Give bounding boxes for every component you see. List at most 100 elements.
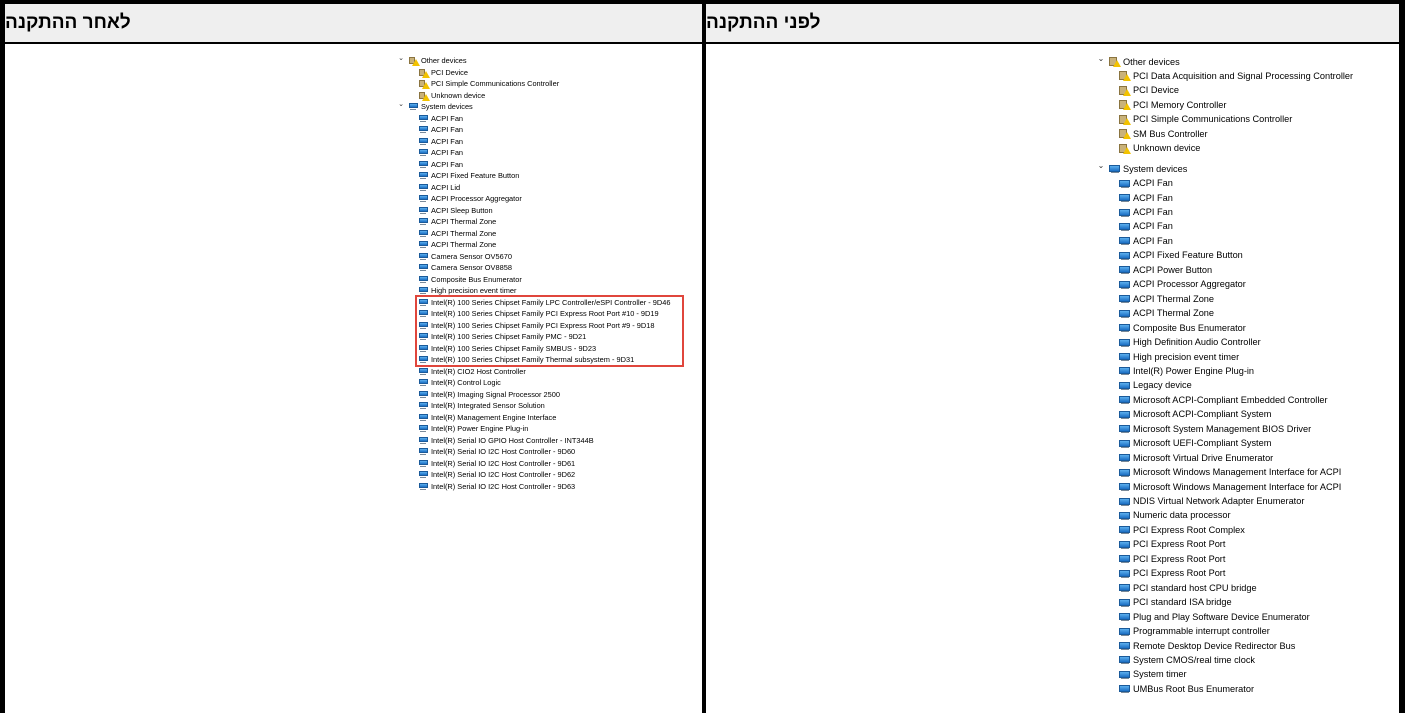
- system-device-item[interactable]: Remote Desktop Device Redirector Bus: [1119, 640, 1295, 651]
- device-label: ACPI Thermal Zone: [1133, 293, 1215, 304]
- system-device-item[interactable]: Microsoft ACPI-Compliant Embedded Contro…: [1119, 394, 1328, 405]
- device-label: Other devices: [1123, 56, 1180, 67]
- other-devices-expand-chevron[interactable]: ⌄: [1095, 54, 1107, 63]
- system-device-item[interactable]: Intel(R) Integrated Sensor Solution: [419, 401, 545, 410]
- system-device-icon: [1119, 438, 1130, 449]
- system-device-item[interactable]: Intel(R) Power Engine Plug-in: [1119, 365, 1254, 376]
- system-devices-expand-chevron[interactable]: ⌄: [395, 100, 407, 108]
- other-device-item[interactable]: Unknown device: [419, 91, 485, 101]
- other-device-item[interactable]: PCI Device: [419, 68, 468, 78]
- system-device-item[interactable]: System timer: [1119, 669, 1187, 680]
- system-devices-category[interactable]: System devices: [1109, 163, 1187, 174]
- other-devices-category[interactable]: Other devices: [409, 56, 467, 66]
- after-device-tree: ⌄ Other devices PCI Device PCI Simple Commu…: [395, 54, 695, 506]
- system-device-item[interactable]: ACPI Fan: [1119, 178, 1173, 189]
- system-device-item[interactable]: NDIS Virtual Network Adapter Enumerator: [1119, 496, 1304, 507]
- other-device-item[interactable]: PCI Memory Controller: [1119, 99, 1226, 111]
- system-device-item[interactable]: PCI Express Root Complex: [1119, 524, 1245, 535]
- system-device-item[interactable]: ACPI Thermal Zone: [1119, 293, 1214, 304]
- system-device-item[interactable]: ACPI Fan: [419, 114, 463, 123]
- system-device-item[interactable]: PCI Express Root Port: [1119, 539, 1225, 550]
- system-device-item[interactable]: High precision event timer: [1119, 351, 1239, 362]
- system-device-item[interactable]: ACPI Thermal Zone: [1119, 308, 1214, 319]
- comparison-table: לאחר ההתקנה לפני ההתקנה ⌄ Other devices PC…: [0, 0, 1405, 713]
- system-devices-expand-chevron[interactable]: ⌄: [1095, 161, 1107, 170]
- device-label: Composite Bus Enumerator: [1133, 322, 1246, 333]
- system-device-item[interactable]: ACPI Fan: [419, 137, 463, 146]
- system-device-item[interactable]: ACPI Lid: [419, 183, 460, 192]
- system-device-item[interactable]: Intel(R) Power Engine Plug-in: [419, 424, 528, 433]
- system-device-item[interactable]: ACPI Processor Aggregator: [419, 194, 522, 203]
- system-device-item[interactable]: ACPI Thermal Zone: [419, 217, 496, 226]
- system-device-item[interactable]: ACPI Fan: [1119, 192, 1173, 203]
- system-device-item[interactable]: Microsoft Virtual Drive Enumerator: [1119, 452, 1273, 463]
- system-device-item[interactable]: PCI Express Root Port: [1119, 553, 1225, 564]
- system-device-icon: [419, 148, 428, 157]
- system-device-item[interactable]: Intel(R) Serial IO GPIO Host Controller …: [419, 436, 594, 445]
- system-device-item[interactable]: UMBus Root Bus Enumerator: [1119, 683, 1254, 694]
- system-device-item[interactable]: Microsoft Windows Management Interface f…: [1119, 467, 1341, 478]
- system-device-item[interactable]: Microsoft UEFI-Compliant System: [1119, 438, 1271, 449]
- system-device-item[interactable]: Composite Bus Enumerator: [419, 275, 522, 284]
- system-device-item[interactable]: Plug and Play Software Device Enumerator: [1119, 611, 1310, 622]
- system-device-item[interactable]: Legacy device: [1119, 380, 1192, 391]
- system-device-item[interactable]: Intel(R) Serial IO I2C Host Controller -…: [419, 482, 575, 491]
- system-device-item[interactable]: System CMOS/real time clock: [1119, 654, 1255, 665]
- column-divider: [702, 0, 706, 713]
- other-device-item[interactable]: PCI Simple Communications Controller: [1119, 114, 1292, 125]
- system-device-item[interactable]: Intel(R) Imaging Signal Processor 2500: [419, 390, 560, 399]
- system-device-item[interactable]: PCI standard host CPU bridge: [1119, 582, 1257, 593]
- system-device-item[interactable]: Numeric data processor: [1119, 510, 1231, 521]
- other-device-item[interactable]: SM Bus Controller: [1119, 128, 1208, 140]
- device-label: ACPI Fan: [431, 159, 464, 169]
- system-device-item[interactable]: ACPI Sleep Button: [419, 206, 493, 215]
- device-label: PCI standard host CPU bridge: [1133, 582, 1257, 593]
- system-device-item[interactable]: ACPI Processor Aggregator: [1119, 279, 1246, 290]
- system-device-item[interactable]: PCI standard ISA bridge: [1119, 597, 1232, 608]
- system-device-item[interactable]: Microsoft Windows Management Interface f…: [1119, 481, 1341, 492]
- system-device-item[interactable]: Intel(R) Management Engine Interface: [419, 413, 556, 422]
- system-device-item[interactable]: Programmable interrupt controller: [1119, 626, 1270, 637]
- system-device-item[interactable]: Composite Bus Enumerator: [1119, 322, 1246, 333]
- system-device-item[interactable]: Camera Sensor OV8858: [419, 263, 512, 272]
- after-header: לאחר ההתקנה: [5, 4, 702, 42]
- system-device-item[interactable]: ACPI Power Button: [1119, 264, 1212, 275]
- other-devices-category[interactable]: Other devices: [1109, 56, 1180, 67]
- system-device-item[interactable]: PCI Express Root Port: [1119, 568, 1225, 579]
- system-device-item[interactable]: Intel(R) Control Logic: [419, 378, 501, 387]
- system-device-item[interactable]: ACPI Fixed Feature Button: [419, 171, 519, 180]
- system-device-item[interactable]: ACPI Fan: [1119, 221, 1173, 232]
- device-label: Intel(R) CIO2 Host Controller: [431, 366, 526, 376]
- device-label: ACPI Thermal Zone: [431, 228, 497, 238]
- system-device-item[interactable]: ACPI Fan: [419, 160, 463, 169]
- other-device-item[interactable]: PCI Device: [1119, 85, 1179, 96]
- system-device-item[interactable]: ACPI Thermal Zone: [419, 229, 496, 238]
- system-device-item[interactable]: Intel(R) CIO2 Host Controller: [419, 367, 526, 376]
- system-device-item[interactable]: Intel(R) Serial IO I2C Host Controller -…: [419, 447, 575, 456]
- other-device-item[interactable]: Unknown device: [1119, 143, 1200, 154]
- system-device-item[interactable]: Camera Sensor OV5670: [419, 252, 512, 261]
- other-devices-expand-chevron[interactable]: ⌄: [395, 54, 407, 62]
- system-device-item[interactable]: ACPI Fan: [419, 125, 463, 134]
- system-device-item[interactable]: ACPI Fan: [1119, 235, 1173, 246]
- device-label: System devices: [421, 102, 473, 111]
- device-label: ACPI Fan: [431, 136, 464, 146]
- table-border-right: [1399, 0, 1405, 713]
- other-device-item[interactable]: PCI Simple Communications Controller: [419, 79, 560, 89]
- system-device-item[interactable]: ACPI Thermal Zone: [419, 240, 496, 249]
- system-device-item[interactable]: Microsoft ACPI-Compliant System: [1119, 409, 1271, 420]
- system-device-item[interactable]: Microsoft System Management BIOS Driver: [1119, 423, 1311, 434]
- system-device-icon: [419, 470, 428, 479]
- system-device-icon: [1119, 496, 1130, 507]
- system-device-item[interactable]: ACPI Fan: [1119, 207, 1173, 218]
- device-label: ACPI Fan: [431, 113, 464, 123]
- device-label: Intel(R) Serial IO I2C Host Controller -…: [431, 458, 576, 468]
- system-device-item[interactable]: Intel(R) Serial IO I2C Host Controller -…: [419, 470, 575, 479]
- other-device-item[interactable]: PCI Data Acquisition and Signal Processi…: [1119, 70, 1353, 82]
- system-devices-category[interactable]: System devices: [409, 102, 473, 111]
- system-device-item[interactable]: Intel(R) Serial IO I2C Host Controller -…: [419, 459, 575, 468]
- system-device-item[interactable]: ACPI Fixed Feature Button: [1119, 250, 1243, 261]
- system-device-item[interactable]: High Definition Audio Controller: [1119, 337, 1261, 348]
- system-device-item[interactable]: ACPI Fan: [419, 148, 463, 157]
- device-label: PCI Simple Communications Controller: [431, 79, 560, 88]
